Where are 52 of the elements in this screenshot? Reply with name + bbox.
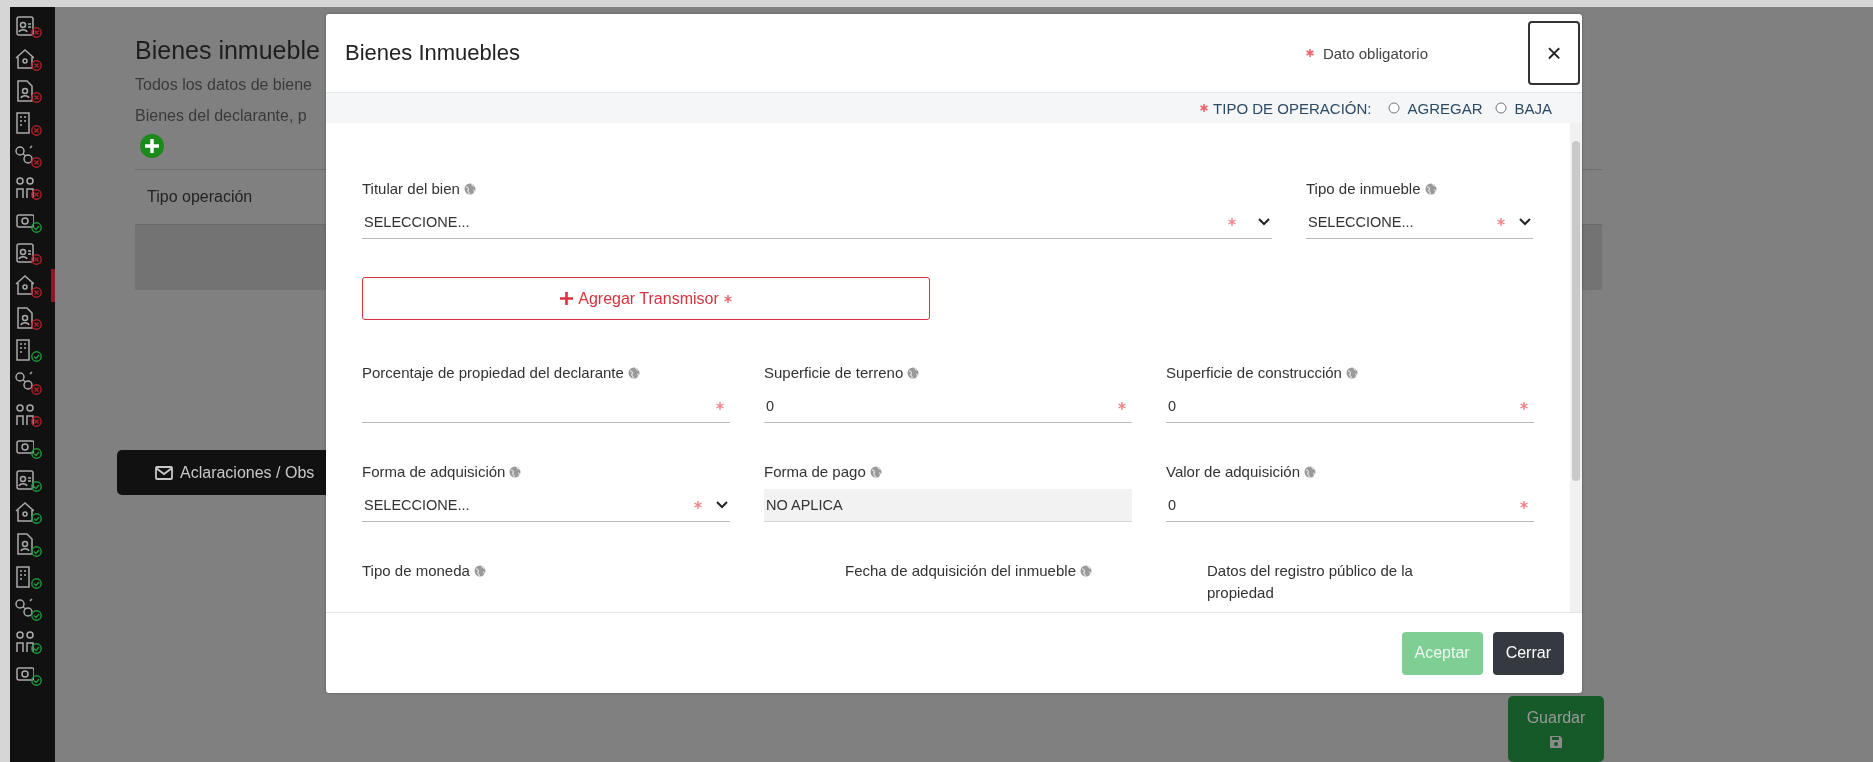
operation-label: TIPO DE OPERACIÓN:: [1213, 99, 1372, 117]
field-label: Tipo de inmueble: [1306, 179, 1421, 199]
scrollbar[interactable]: [1570, 123, 1582, 612]
section-icon: [14, 467, 34, 492]
close-button[interactable]: ×: [1528, 21, 1580, 85]
section-icon: [14, 240, 34, 265]
field-label: Superficie de construcción: [1166, 363, 1342, 383]
section-icon: [14, 78, 34, 103]
field-label: Titular del bien: [362, 179, 460, 199]
modal-title: Bienes Inmuebles: [345, 40, 521, 66]
radio-option[interactable]: BAJA: [1495, 99, 1552, 117]
field-label: Fecha de adquisición del inmueble: [845, 561, 1076, 581]
select-field[interactable]: SELECCIONE...: [362, 206, 1272, 239]
chevron-down-icon: [716, 501, 728, 509]
page-title: Bienes inmueble: [135, 35, 320, 66]
section-icon: [14, 14, 34, 39]
section-icon: [14, 176, 34, 201]
radio-option[interactable]: AGREGAR: [1388, 99, 1483, 117]
envelope-icon: [155, 465, 173, 480]
required-icon: [1305, 49, 1314, 57]
chevron-down-icon: [1519, 218, 1531, 226]
field-label: Forma de adquisición: [362, 462, 506, 482]
add-transmitter-button[interactable]: Agregar Transmisor: [362, 277, 930, 320]
add-icon[interactable]: [139, 133, 165, 159]
section-icon: [14, 46, 34, 71]
field-label: Superficie de terreno: [764, 363, 904, 383]
column-header: Tipo operación: [147, 188, 253, 206]
section-icon: [14, 629, 34, 654]
select-field[interactable]: SELECCIONE...: [1306, 206, 1533, 239]
description-text: Todos los datos de biene: [135, 75, 312, 95]
field-label: Forma de pago: [764, 462, 866, 482]
field-label: Valor de adquisición: [1166, 462, 1300, 482]
plus-icon: [560, 292, 574, 305]
input-field: NO APLICA: [764, 489, 1132, 522]
section-icon: [14, 532, 34, 557]
description-text: Bienes del declarante, p: [135, 106, 307, 126]
section-icon: [14, 402, 34, 427]
field-label: Porcentaje de propiedad del declarante: [362, 363, 624, 383]
notes-button[interactable]: Aclaraciones / Obs: [117, 450, 326, 495]
close-dialog-button[interactable]: Cerrar: [1492, 631, 1564, 675]
required-note: Dato obligatorio: [1322, 44, 1428, 62]
select-field[interactable]: SELECCIONE...: [362, 489, 730, 522]
scrollbar-thumb[interactable]: [1572, 141, 1580, 481]
input-field[interactable]: 0: [764, 390, 1132, 423]
section-icon: [14, 500, 34, 525]
field-label: Datos del registro público de la propiedad: [1207, 561, 1414, 603]
field-label: Tipo de moneda: [362, 561, 470, 581]
chevron-down-icon: [1258, 218, 1270, 226]
input-field[interactable]: 0: [1166, 489, 1534, 522]
section-icon: [14, 305, 34, 330]
input-field[interactable]: 0: [1166, 390, 1534, 423]
section-icon: [14, 273, 34, 298]
